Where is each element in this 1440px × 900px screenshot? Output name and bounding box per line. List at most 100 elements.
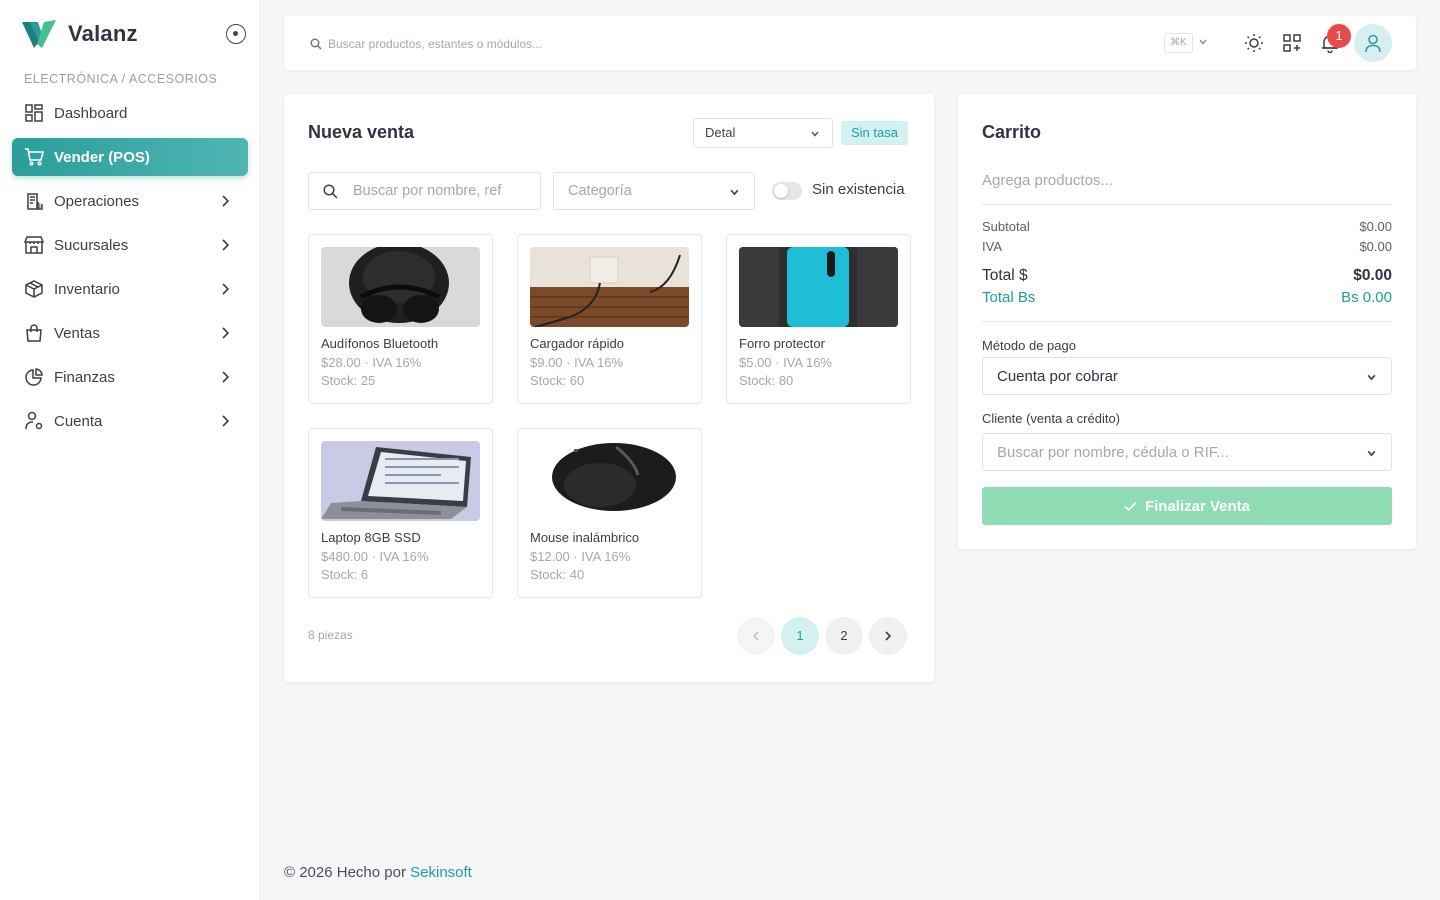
- cart-empty-message: Agrega productos...: [982, 172, 1113, 189]
- valanz-logo-icon: [22, 20, 56, 48]
- page-button-2[interactable]: 2: [825, 617, 863, 655]
- sidebar-item-inventario[interactable]: Inventario: [12, 270, 248, 308]
- product-stock: Stock: 40: [530, 567, 585, 582]
- notification-badge: 1: [1327, 24, 1351, 48]
- stock-toggle[interactable]: [772, 182, 802, 200]
- stock-toggle-label: Sin existencia: [812, 181, 905, 198]
- next-page-button[interactable]: [869, 617, 907, 655]
- product-card[interactable]: Forro protector $5.00 · IVA 16% Stock: 8…: [726, 234, 911, 404]
- grid-icon: [24, 103, 44, 123]
- page-button-1[interactable]: 1: [781, 617, 819, 655]
- pieces-count: 8 piezas: [308, 628, 353, 642]
- product-stock: Stock: 60: [530, 373, 585, 388]
- category-select[interactable]: Categoría: [553, 172, 755, 210]
- chevron-right-icon: [222, 195, 230, 207]
- product-card[interactable]: Audífonos Bluetooth $28.00 · IVA 16% Sto…: [308, 234, 493, 404]
- pie-chart-icon: [24, 367, 44, 387]
- avatar[interactable]: [1354, 24, 1392, 62]
- sidebar-toggle-icon[interactable]: [226, 24, 246, 44]
- page-title: Nueva venta: [308, 122, 415, 142]
- chevron-right-icon: [222, 239, 230, 251]
- product-price: $12.00 · IVA 16%: [530, 549, 631, 564]
- box-icon: [24, 279, 44, 299]
- sidebar-item-dashboard[interactable]: Dashboard: [12, 94, 248, 132]
- finish-sale-button[interactable]: Finalizar Venta: [982, 487, 1392, 525]
- client-placeholder: Buscar por nombre, cédula o RIF...: [997, 444, 1229, 461]
- finish-sale-label: Finalizar Venta: [1144, 497, 1251, 515]
- chevron-right-icon: [885, 631, 892, 641]
- sun-icon[interactable]: [1244, 33, 1264, 53]
- chevron-right-icon: [222, 415, 230, 427]
- sidebar-item-label: Ventas: [54, 324, 100, 342]
- product-card[interactable]: Cargador rápido $9.00 · IVA 16% Stock: 6…: [517, 234, 702, 404]
- prev-page-button[interactable]: [737, 617, 775, 655]
- total-value: $0.00: [1353, 267, 1392, 284]
- sidebar-item-ventas[interactable]: Ventas: [12, 314, 248, 352]
- product-card[interactable]: Laptop 8GB SSD $480.00 · IVA 16% Stock: …: [308, 428, 493, 598]
- sidebar-item-label: Finanzas: [54, 368, 115, 386]
- chevron-right-icon: [222, 371, 230, 383]
- chevron-down-icon: [730, 189, 739, 196]
- sidebar-item-label: Vender (POS): [54, 148, 150, 166]
- brand[interactable]: Valanz: [20, 18, 138, 50]
- product-name: Cargador rápido: [530, 336, 624, 351]
- footer-text: © 2026 Hecho por: [284, 864, 406, 881]
- product-card[interactable]: Mouse inalámbrico $12.00 · IVA 16% Stock…: [517, 428, 702, 598]
- sidebar-item-sucursales[interactable]: Sucursales: [12, 226, 248, 264]
- product-image: [530, 247, 689, 327]
- sidebar-item-label: Dashboard: [54, 104, 128, 122]
- sidebar-item-pos[interactable]: Vender (POS): [12, 138, 248, 176]
- footer-link[interactable]: Sekinsoft: [410, 864, 472, 881]
- chevron-down-icon: [1367, 450, 1376, 457]
- product-stock: Stock: 25: [321, 373, 376, 388]
- divider: [982, 204, 1392, 205]
- divider: [982, 321, 1392, 322]
- category-placeholder: Categoría: [568, 183, 632, 199]
- total-label: Total $: [982, 267, 1028, 284]
- chevron-right-icon: [222, 283, 230, 295]
- product-price: $28.00 · IVA 16%: [321, 355, 422, 370]
- product-image: [739, 247, 898, 327]
- sidebar-item-label: Operaciones: [54, 192, 140, 210]
- subtotal-label: Subtotal: [982, 219, 1030, 234]
- client-select[interactable]: Buscar por nombre, cédula o RIF...: [982, 433, 1392, 471]
- client-label: Cliente (venta a crédito): [982, 411, 1121, 426]
- sidebar-item-label: Cuenta: [54, 412, 103, 430]
- total-bs-label: Total Bs: [982, 289, 1036, 306]
- sidebar-nav: Dashboard Vender (POS) $ Operaciones Suc…: [12, 94, 248, 446]
- apps-icon[interactable]: [1282, 33, 1302, 53]
- product-name: Forro protector: [739, 336, 825, 351]
- chevron-down-icon[interactable]: [1198, 37, 1208, 47]
- new-sale-card: Nueva venta Detal Sin tasa Buscar por no…: [284, 94, 934, 682]
- payment-method-label: Método de pago: [982, 338, 1076, 353]
- product-price: $9.00 · IVA 16%: [530, 355, 623, 370]
- footer: © 2026 Hecho por Sekinsoft: [284, 864, 472, 881]
- brand-name: Valanz: [68, 21, 138, 46]
- product-search-placeholder: Buscar por nombre, ref: [353, 183, 502, 199]
- user-icon: [1365, 34, 1381, 53]
- total-bs-value: Bs 0.00: [1341, 289, 1392, 306]
- iva-label: IVA: [982, 239, 1002, 254]
- rate-badge: Sin tasa: [841, 121, 908, 145]
- user-gear-icon: [24, 411, 44, 431]
- bag-icon: [24, 323, 44, 343]
- product-image: [530, 441, 689, 521]
- sidebar-item-cuenta[interactable]: Cuenta: [12, 402, 248, 440]
- product-name: Audífonos Bluetooth: [321, 336, 439, 351]
- search-icon: [310, 38, 322, 50]
- shortcut-hint: ⌘K: [1164, 33, 1193, 53]
- global-search-input[interactable]: Buscar productos, estantes o módulos...: [328, 37, 542, 51]
- check-icon: [1124, 501, 1137, 511]
- product-stock: Stock: 6: [321, 567, 368, 582]
- chevron-down-icon: [811, 131, 819, 137]
- cart-icon: [24, 147, 44, 167]
- price-list-select[interactable]: Detal: [693, 118, 833, 148]
- sidebar-item-finanzas[interactable]: Finanzas: [12, 358, 248, 396]
- product-search-input[interactable]: Buscar por nombre, ref: [308, 172, 541, 210]
- payment-method-select[interactable]: Cuenta por cobrar: [982, 357, 1392, 395]
- sidebar-item-operaciones[interactable]: $ Operaciones: [12, 182, 248, 220]
- product-image: [321, 247, 480, 327]
- topbar: Buscar productos, estantes o módulos... …: [284, 16, 1416, 70]
- store-icon: [24, 235, 44, 255]
- sidebar-item-label: Sucursales: [54, 236, 129, 254]
